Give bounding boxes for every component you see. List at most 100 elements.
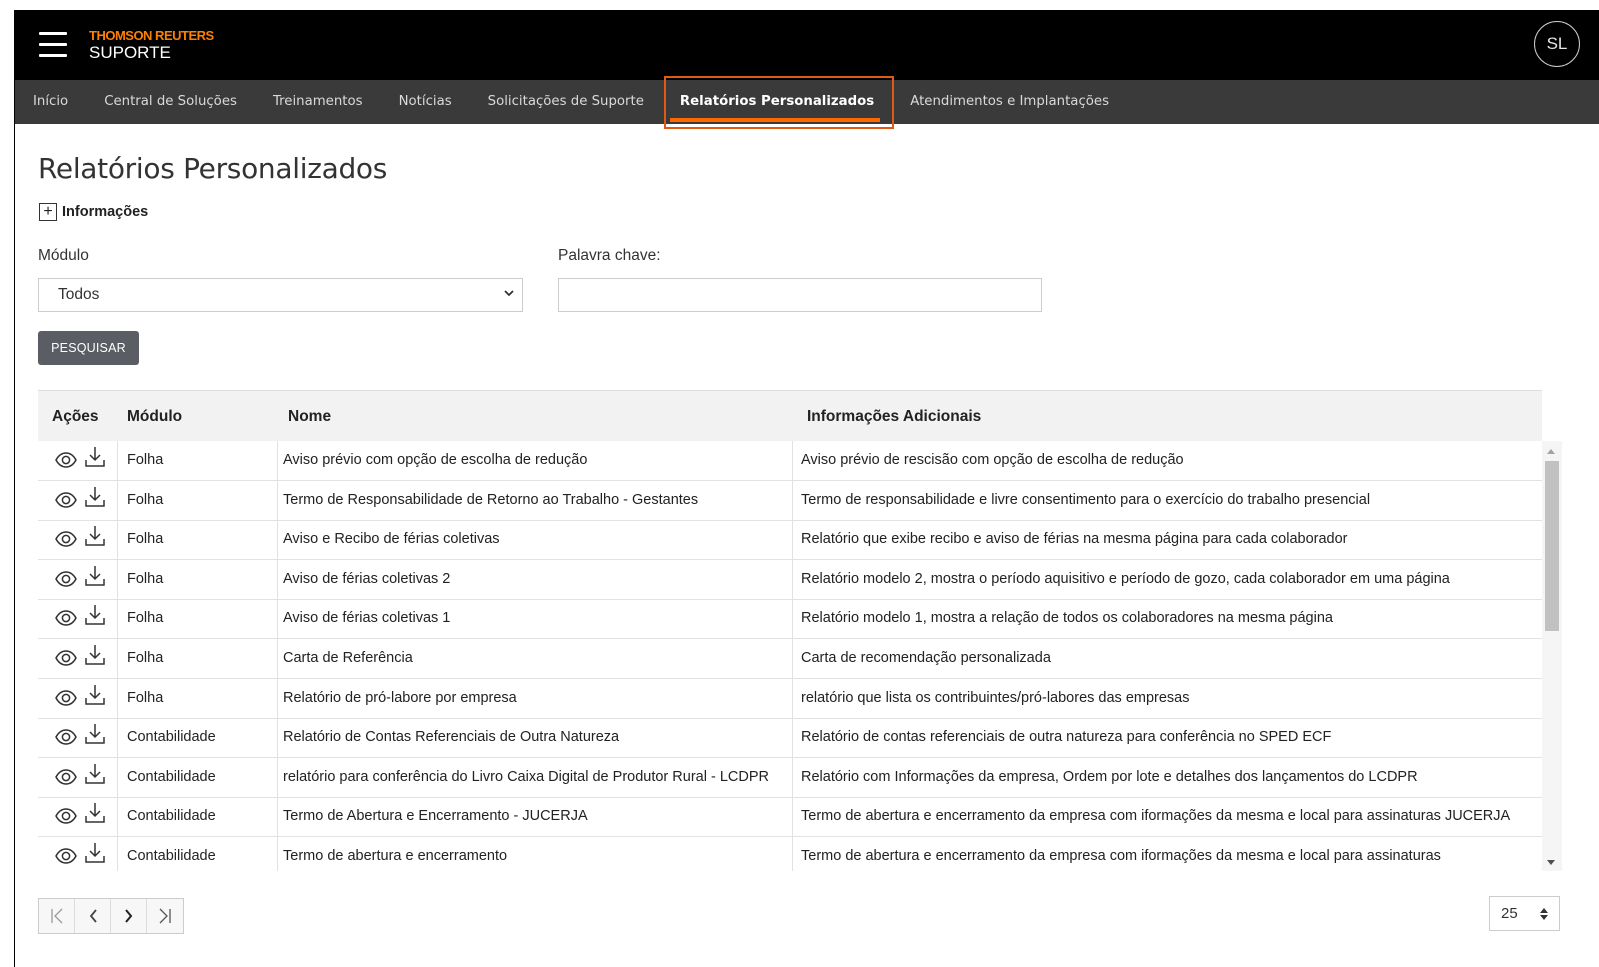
row-actions xyxy=(38,718,118,758)
table-row: Folha Aviso de férias coletivas 2 Relatóri… xyxy=(38,559,1542,600)
cell-module: Folha xyxy=(119,599,278,639)
brand-company: THOMSON REUTERS xyxy=(89,28,214,43)
cell-info: Relatório com Informações da empresa, Or… xyxy=(801,768,1418,785)
keyword-label: Palavra chave: xyxy=(558,247,661,264)
eye-icon[interactable] xyxy=(54,646,78,670)
eye-icon[interactable] xyxy=(54,804,78,828)
prev-page-icon[interactable] xyxy=(75,899,111,933)
eye-icon[interactable] xyxy=(54,527,78,551)
cell-name: Aviso prévio com opção de escolha de red… xyxy=(278,441,793,480)
cell-info: Carta de recomendação personalizada xyxy=(801,650,1051,666)
sort-arrows-icon xyxy=(1540,908,1548,920)
row-actions xyxy=(38,599,118,639)
download-icon[interactable] xyxy=(83,603,107,627)
download-icon[interactable] xyxy=(83,485,107,509)
per-page-select[interactable]: 25 xyxy=(1489,896,1560,931)
cell-info: Relatório que exibe recibo e aviso de fé… xyxy=(801,531,1348,548)
first-page-icon[interactable] xyxy=(39,899,75,933)
header-name[interactable]: Nome xyxy=(288,408,331,426)
cell-module: Contabilidade xyxy=(119,718,278,758)
info-toggle[interactable]: + Informações xyxy=(39,203,148,221)
eye-icon[interactable] xyxy=(54,606,78,630)
row-actions xyxy=(38,757,118,797)
cell-name: Aviso de férias coletivas 2 xyxy=(278,559,793,599)
download-icon[interactable] xyxy=(83,801,107,825)
cell-info: Termo de abertura e encerramento da empr… xyxy=(801,808,1511,825)
pagination xyxy=(38,898,184,934)
last-page-icon[interactable] xyxy=(147,899,183,933)
header-info[interactable]: Informações Adicionais xyxy=(807,408,981,426)
row-actions xyxy=(38,520,118,560)
eye-icon[interactable] xyxy=(54,765,78,789)
header-actions[interactable]: Ações xyxy=(52,408,99,426)
brand-logo[interactable]: THOMSON REUTERS SUPORTE xyxy=(89,28,214,63)
menu-icon[interactable] xyxy=(39,32,67,58)
download-icon[interactable] xyxy=(83,564,107,588)
row-actions xyxy=(38,837,118,871)
cell-info: Relatório modelo 2, mostra o período aqu… xyxy=(801,570,1450,587)
keyword-input[interactable] xyxy=(558,278,1042,312)
eye-icon[interactable] xyxy=(54,686,78,710)
cell-module: Folha xyxy=(119,678,278,718)
cell-name: Aviso e Recibo de férias coletivas xyxy=(278,520,793,560)
eye-icon[interactable] xyxy=(54,725,78,749)
table-header: Ações Módulo Nome Informações Adicionais xyxy=(38,391,1542,441)
table-row: Contabilidade relatório para conferência … xyxy=(38,757,1542,798)
cell-info: relatório que lista os contribuintes/pró… xyxy=(801,689,1190,706)
row-actions xyxy=(38,441,118,480)
table-row: Folha Termo de Responsabilidade de Retorn… xyxy=(38,480,1542,521)
cell-name: Relatório de Contas Referenciais de Outr… xyxy=(278,718,793,758)
nav-item-solicitacoes[interactable]: Solicitações de Suporte xyxy=(470,80,662,124)
table-row: Folha Carta de Referência Carta de recomen… xyxy=(38,639,1542,679)
eye-icon[interactable] xyxy=(54,567,78,591)
cell-name: Carta de Referência xyxy=(278,639,793,678)
table-row: Folha Aviso prévio com opção de escolha d… xyxy=(38,441,1542,481)
eye-icon[interactable] xyxy=(54,448,78,472)
nav-item-noticias[interactable]: Notícias xyxy=(381,80,470,124)
nav-item-treinamentos[interactable]: Treinamentos xyxy=(255,80,381,124)
download-icon[interactable] xyxy=(83,722,107,746)
cell-info: Termo de abertura e encerramento da empr… xyxy=(801,848,1441,864)
scroll-up-icon[interactable] xyxy=(1547,449,1555,454)
per-page-value: 25 xyxy=(1501,905,1518,922)
download-icon[interactable] xyxy=(83,841,107,865)
table-scrollbar[interactable] xyxy=(1542,441,1562,871)
cell-name: Termo de Responsabilidade de Retorno ao … xyxy=(278,480,793,520)
module-select[interactable]: Todos xyxy=(38,278,523,312)
plus-icon: + xyxy=(39,203,57,221)
cell-info: Aviso prévio de rescisão com opção de es… xyxy=(801,452,1184,468)
table-row: Folha Relatório de pró-labore por empresa… xyxy=(38,678,1542,719)
eye-icon[interactable] xyxy=(54,488,78,512)
table-row: Contabilidade Termo de Abertura e Encerra… xyxy=(38,797,1542,838)
row-actions xyxy=(38,797,118,837)
module-select-value: Todos xyxy=(58,286,100,303)
module-label: Módulo xyxy=(38,247,89,264)
scrollbar-thumb[interactable] xyxy=(1545,461,1559,631)
cell-module: Folha xyxy=(119,559,278,599)
download-icon[interactable] xyxy=(83,445,107,469)
download-icon[interactable] xyxy=(83,524,107,548)
header-module[interactable]: Módulo xyxy=(127,408,182,426)
download-icon[interactable] xyxy=(83,683,107,707)
cell-name: Aviso de férias coletivas 1 xyxy=(278,599,793,639)
eye-icon[interactable] xyxy=(54,844,78,868)
nav-item-central-solucoes[interactable]: Central de Soluções xyxy=(86,80,255,124)
table-row: Folha Aviso de férias coletivas 1 Relatóri… xyxy=(38,599,1542,640)
nav-item-inicio[interactable]: Início xyxy=(15,80,86,124)
search-button[interactable]: PESQUISAR xyxy=(38,331,139,365)
info-toggle-label: Informações xyxy=(62,204,149,220)
next-page-icon[interactable] xyxy=(111,899,147,933)
download-icon[interactable] xyxy=(83,762,107,786)
nav-item-relatorios[interactable]: Relatórios Personalizados xyxy=(662,80,892,124)
cell-module: Folha xyxy=(119,441,278,480)
avatar[interactable]: SL xyxy=(1534,21,1580,67)
scroll-down-icon[interactable] xyxy=(1547,860,1555,865)
reports-table: Ações Módulo Nome Informações Adicionais… xyxy=(38,390,1542,871)
chevron-down-icon xyxy=(504,290,514,297)
cell-name: Termo de Abertura e Encerramento - JUCER… xyxy=(278,797,793,837)
cell-module: Contabilidade xyxy=(119,837,278,871)
nav-item-atendimentos[interactable]: Atendimentos e Implantações xyxy=(892,80,1127,124)
download-icon[interactable] xyxy=(83,643,107,667)
cell-info: Termo de responsabilidade e livre consen… xyxy=(801,491,1371,508)
cell-module: Contabilidade xyxy=(119,757,278,797)
